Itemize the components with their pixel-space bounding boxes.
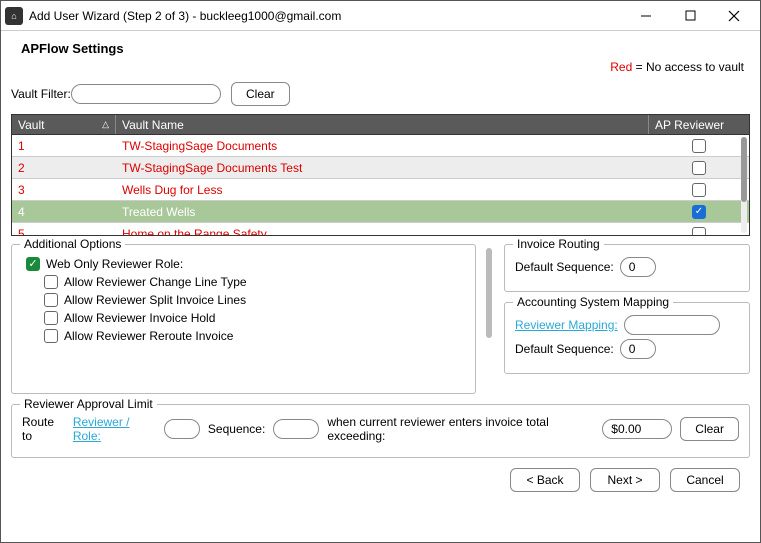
option-checkbox[interactable] — [44, 275, 58, 289]
app-icon: ⌂ — [5, 7, 23, 25]
cell-vault-id: 2 — [12, 161, 116, 175]
reviewer-mapping-input[interactable] — [624, 315, 720, 335]
minimize-icon — [640, 10, 652, 22]
options-scrollbar[interactable] — [486, 244, 494, 394]
maximize-button[interactable] — [668, 2, 712, 30]
cancel-button[interactable]: Cancel — [670, 468, 740, 492]
web-only-reviewer-checkbox[interactable] — [26, 257, 40, 271]
col-header-vault[interactable]: Vault △ — [12, 115, 116, 134]
route-to-label: Route to — [22, 415, 65, 443]
sort-asc-icon: △ — [102, 119, 109, 130]
table-row[interactable]: 2TW-StagingSage Documents Test — [12, 157, 749, 179]
mapping-seq-label: Default Sequence: — [515, 342, 614, 356]
col-header-ap-reviewer[interactable]: AP Reviewer — [649, 115, 749, 134]
vault-filter-label: Vault Filter: — [11, 87, 71, 101]
ral-amount-input[interactable] — [602, 419, 672, 439]
table-row[interactable]: 1TW-StagingSage Documents — [12, 135, 749, 157]
table-row[interactable]: 5Home on the Range Safety — [12, 223, 749, 235]
option-label: Allow Reviewer Split Invoice Lines — [64, 293, 246, 307]
window-title: Add User Wizard (Step 2 of 3) - buckleeg… — [29, 9, 624, 23]
ap-reviewer-checkbox[interactable] — [692, 139, 706, 153]
cell-vault-name: Treated Wells — [116, 205, 649, 219]
ap-reviewer-checkbox[interactable] — [692, 205, 706, 219]
invoice-routing-group: Invoice Routing Default Sequence: — [504, 244, 750, 292]
additional-options-group: Additional Options Web Only Reviewer Rol… — [11, 244, 476, 394]
legend-red: Red — [610, 60, 632, 74]
invoice-routing-label: Invoice Routing — [513, 237, 604, 251]
ral-clear-button[interactable]: Clear — [680, 417, 739, 441]
mapping-seq-input[interactable] — [620, 339, 656, 359]
accounting-mapping-group: Accounting System Mapping Reviewer Mappi… — [504, 302, 750, 374]
ral-tail-label: when current reviewer enters invoice tot… — [327, 415, 594, 443]
option-label: Allow Reviewer Reroute Invoice — [64, 329, 233, 343]
vault-table: Vault △ Vault Name AP Reviewer 1TW-Stagi… — [11, 114, 750, 236]
page-title: APFlow Settings — [21, 41, 750, 56]
cell-vault-id: 4 — [12, 205, 116, 219]
additional-options-label: Additional Options — [20, 237, 125, 251]
reviewer-role-link[interactable]: Reviewer / Role: — [73, 415, 156, 443]
table-row[interactable]: 3Wells Dug for Less — [12, 179, 749, 201]
ral-seq-input[interactable] — [273, 419, 319, 439]
cell-vault-id: 3 — [12, 183, 116, 197]
cell-vault-name: Wells Dug for Less — [116, 183, 649, 197]
back-button[interactable]: < Back — [510, 468, 580, 492]
table-scroll-thumb[interactable] — [741, 137, 747, 202]
table-row[interactable]: 4Treated Wells — [12, 201, 749, 223]
ap-reviewer-checkbox[interactable] — [692, 227, 706, 236]
cell-vault-name: Home on the Range Safety — [116, 227, 649, 236]
reviewer-mapping-link[interactable]: Reviewer Mapping: — [515, 318, 618, 332]
routing-seq-label: Default Sequence: — [515, 260, 614, 274]
option-checkbox[interactable] — [44, 329, 58, 343]
cell-vault-name: TW-StagingSage Documents — [116, 139, 649, 153]
titlebar: ⌂ Add User Wizard (Step 2 of 3) - buckle… — [1, 1, 760, 31]
cell-vault-id: 1 — [12, 139, 116, 153]
reviewer-approval-limit-group: Reviewer Approval Limit Route to Reviewe… — [11, 404, 750, 458]
reviewer-approval-limit-label: Reviewer Approval Limit — [20, 397, 157, 411]
option-checkbox[interactable] — [44, 293, 58, 307]
legend-text: = No access to vault — [632, 60, 744, 74]
cell-vault-name: TW-StagingSage Documents Test — [116, 161, 649, 175]
cell-vault-id: 5 — [12, 227, 116, 236]
col-header-vault-name[interactable]: Vault Name — [116, 115, 649, 134]
maximize-icon — [685, 10, 696, 21]
option-label: Allow Reviewer Invoice Hold — [64, 311, 215, 325]
reviewer-role-input[interactable] — [164, 419, 200, 439]
ral-seq-label: Sequence: — [208, 422, 265, 436]
option-label: Allow Reviewer Change Line Type — [64, 275, 247, 289]
web-only-reviewer-label: Web Only Reviewer Role: — [46, 257, 183, 271]
option-checkbox[interactable] — [44, 311, 58, 325]
routing-seq-input[interactable] — [620, 257, 656, 277]
accounting-mapping-label: Accounting System Mapping — [513, 295, 673, 309]
close-icon — [728, 10, 740, 22]
vault-filter-input[interactable] — [71, 84, 221, 104]
close-button[interactable] — [712, 2, 756, 30]
ap-reviewer-checkbox[interactable] — [692, 183, 706, 197]
next-button[interactable]: Next > — [590, 468, 660, 492]
legend: Red = No access to vault — [11, 60, 744, 74]
minimize-button[interactable] — [624, 2, 668, 30]
ap-reviewer-checkbox[interactable] — [692, 161, 706, 175]
vault-filter-clear-button[interactable]: Clear — [231, 82, 290, 106]
